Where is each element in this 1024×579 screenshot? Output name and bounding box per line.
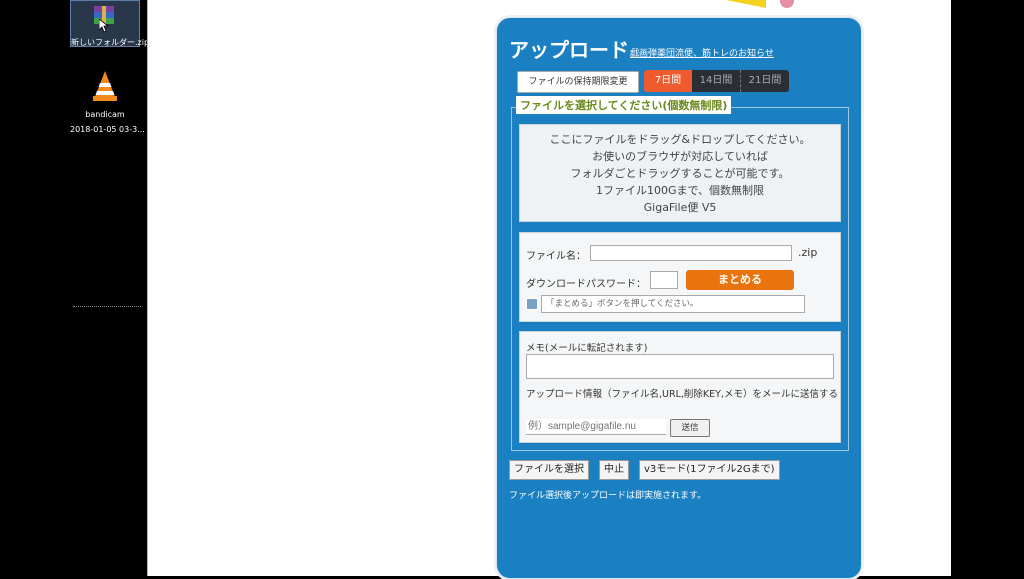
drop-line: お使いのブラウザが対応していれば xyxy=(592,150,768,163)
bandicam-label: bandicam xyxy=(85,110,125,119)
file-select-fieldset: ファイルを選択してください(個数無制限) ここにファイルをドラッグ&ドロップして… xyxy=(511,96,849,451)
drop-line: GigaFile便 V5 xyxy=(643,201,717,214)
desktop: 新しいフォルダー.zip bandicam 2018-01-05 03-3... xyxy=(0,0,150,576)
password-input[interactable] xyxy=(650,271,678,289)
right-black-bar xyxy=(951,0,1024,576)
memo-section: メモ(メールに転記されます) アップロード情報（ファイル名,URL,削除KEY,… xyxy=(519,331,841,443)
notice-link[interactable]: 戯画弾薬団流便、筋トレのお知らせ xyxy=(630,46,774,59)
archive-form: ファイル名： .zip ダウンロードパスワード： まとめる 「まとめる」ボタンを… xyxy=(519,232,841,322)
file-select-legend: ファイルを選択してください(個数無制限) xyxy=(516,96,732,114)
vlc-cone-icon xyxy=(93,71,117,101)
drop-line: ここにファイルをドラッグ&ドロップしてください。 xyxy=(549,133,811,146)
decorative-yellow-shape xyxy=(726,0,766,8)
browser-page: アップロード 戯画弾薬団流便、筋トレのお知らせ ファイルの保持期限変更 7日間 … xyxy=(147,0,952,579)
action-button-row: ファイルを選択 中止 v3モード(1ファイル2Gまで) xyxy=(509,460,780,480)
retention-period-tabs: 7日間 14日間 21日間 xyxy=(644,70,789,92)
cancel-button[interactable]: 中止 xyxy=(599,460,629,480)
password-label: ダウンロードパスワード： xyxy=(526,279,646,290)
drop-zone[interactable]: ここにファイルをドラッグ&ドロップしてください。 お使いのブラウザが対応していれ… xyxy=(519,124,841,222)
email-info-text: アップロード情報（ファイル名,URL,削除KEY,メモ）をメールに送信する xyxy=(526,389,838,400)
memo-textarea[interactable] xyxy=(526,354,834,379)
period-7-days[interactable]: 7日間 xyxy=(644,70,692,92)
footer-note: ファイル選択後アップロードは即実施されます。 xyxy=(509,491,707,501)
drop-line: フォルダごとドラッグすることが可能です。 xyxy=(570,167,790,180)
decorative-pink-shape xyxy=(780,0,794,8)
dotted-divider xyxy=(73,306,141,308)
filename-label: ファイル名： xyxy=(526,251,586,262)
mouse-cursor-icon xyxy=(99,19,109,33)
email-input[interactable] xyxy=(526,419,666,435)
zip-file-label: 新しいフォルダー.zip xyxy=(71,38,150,47)
bandicam-sub-label: 2018-01-05 03-3... xyxy=(70,125,145,134)
zip-file-icon[interactable]: 新しいフォルダー.zip xyxy=(70,0,150,47)
filename-extension: .zip xyxy=(798,246,818,259)
v3-mode-button[interactable]: v3モード(1ファイル2Gまで) xyxy=(639,460,780,480)
send-button[interactable]: 送信 xyxy=(670,419,710,437)
matome-button[interactable]: まとめる xyxy=(686,270,794,290)
select-file-button[interactable]: ファイルを選択 xyxy=(509,460,589,480)
period-21-days[interactable]: 21日間 xyxy=(740,70,789,92)
bandicam-file[interactable]: bandicam 2018-01-05 03-3... xyxy=(70,70,145,135)
upload-title: アップロード xyxy=(509,38,629,62)
upload-card: アップロード 戯画弾薬団流便、筋トレのお知らせ ファイルの保持期限変更 7日間 … xyxy=(496,17,862,579)
status-field: 「まとめる」ボタンを押してください。 xyxy=(541,295,805,313)
memo-label: メモ(メールに転記されます) xyxy=(526,343,648,354)
filename-input[interactable] xyxy=(590,245,792,261)
retention-change-button[interactable]: ファイルの保持期限変更 xyxy=(517,71,639,93)
period-14-days[interactable]: 14日間 xyxy=(692,70,740,92)
status-info-icon xyxy=(526,298,538,310)
drop-line: 1ファイル100Gまで、個数無制限 xyxy=(595,184,765,197)
